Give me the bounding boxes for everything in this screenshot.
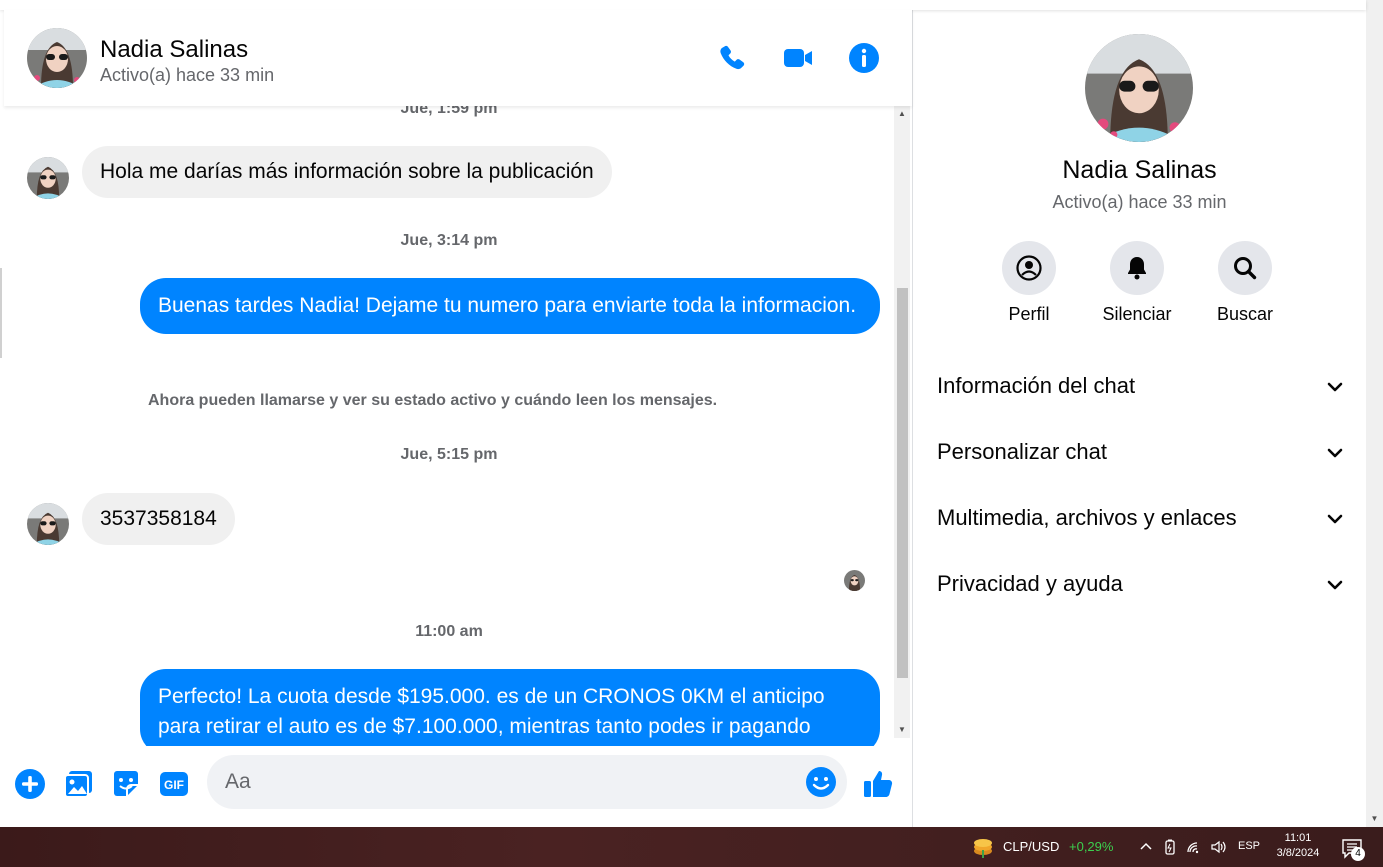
seen-avatar [844,570,865,591]
section-privacy-help[interactable]: Privacidad y ayuda [937,565,1347,605]
message-input-container [207,755,847,809]
bell-icon [1110,241,1164,295]
message-bubble-outgoing[interactable]: Perfecto! La cuota desde $195.000. es de… [140,669,880,746]
message-list[interactable]: Jue, 1:59 pm Hola me darías más informac… [4,106,894,746]
avatar[interactable] [27,503,69,545]
timestamp: 11:00 am [415,623,483,640]
contact-name[interactable]: Nadia Salinas [100,36,248,64]
message-bubble-incoming[interactable]: Hola me darías más información sobre la … [82,146,612,198]
conversation-info-panel: Nadia Salinas Activo(a) hace 33 min Perf… [913,10,1366,827]
chat-header: Nadia Salinas Activo(a) hace 33 min [4,10,912,106]
section-label: Información del chat [937,373,1136,398]
message-bubble-outgoing[interactable]: Buenas tardes Nadia! Dejame tu numero pa… [140,278,880,334]
section-label: Multimedia, archivos y enlaces [937,505,1237,530]
contact-status: Activo(a) hace 33 min [1052,192,1227,212]
notification-count-badge: 4 [1351,847,1365,861]
chat-pane: Nadia Salinas Activo(a) hace 33 min Jue,… [4,10,912,827]
mute-label: Silenciar [1102,304,1172,324]
search-label: Buscar [1216,304,1274,324]
volume-icon[interactable] [1209,838,1227,856]
page-scrollbar[interactable]: ▼ [1366,0,1383,827]
chevron-down-icon [1327,382,1343,392]
currency-change: +0,29% [1069,839,1114,854]
search-button[interactable]: Buscar [1197,241,1293,325]
chevron-down-icon [1327,580,1343,590]
system-notice: Ahora pueden llamarse y ver su estado ac… [148,392,718,409]
thumbs-up-icon[interactable] [860,766,896,802]
clock-time: 11:01 [1284,832,1312,844]
contact-name: Nadia Salinas [1062,156,1217,184]
message-bubble-incoming[interactable]: 3537358184 [82,493,235,545]
profile-button[interactable]: Perfil [981,241,1077,325]
phone-icon[interactable] [714,40,750,76]
video-camera-icon[interactable] [780,40,816,76]
section-chat-info[interactable]: Información del chat [937,367,1347,407]
message-input[interactable] [225,755,795,809]
contact-status: Activo(a) hace 33 min [100,65,275,85]
emoji-icon[interactable] [803,764,839,800]
profile-icon [1002,241,1056,295]
chat-scrollbar[interactable]: ▲ ▼ [894,106,910,738]
scroll-down-arrow-icon[interactable]: ▼ [1366,810,1383,827]
clock[interactable]: 11:01 3/8/2024 [1274,831,1322,861]
avatar[interactable] [1085,34,1193,142]
info-icon[interactable] [846,40,882,76]
windows-taskbar: CLP/USD +0,29% ESP 11:01 3/8/2024 4 [0,827,1383,867]
section-label: Privacidad y ayuda [937,571,1123,596]
section-label: Personalizar chat [937,439,1107,464]
search-icon [1218,241,1272,295]
window-top-edge [0,0,1366,10]
section-customize-chat[interactable]: Personalizar chat [937,433,1347,473]
scroll-down-arrow-icon[interactable]: ▼ [894,722,910,738]
gif-icon[interactable]: GIF [156,766,192,802]
scrollbar-thumb[interactable] [897,288,908,678]
input-language[interactable]: ESP [1238,840,1260,852]
avatar[interactable] [27,157,69,199]
battery-icon[interactable] [1161,838,1179,856]
avatar[interactable] [27,28,87,88]
timestamp: Jue, 1:59 pm [400,106,498,117]
chevron-down-icon [1327,514,1343,524]
section-media-files-links[interactable]: Multimedia, archivos y enlaces [937,499,1347,539]
currency-coins-icon[interactable] [972,836,994,858]
svg-text:GIF: GIF [164,778,184,792]
scroll-up-arrow-icon[interactable]: ▲ [894,106,910,122]
sticker-icon[interactable] [108,766,144,802]
currency-pair[interactable]: CLP/USD [1003,839,1059,854]
plus-icon[interactable] [12,766,48,802]
timestamp: Jue, 5:15 pm [400,446,498,463]
wifi-icon[interactable] [1185,838,1203,856]
chevron-down-icon [1327,448,1343,458]
clock-date: 3/8/2024 [1276,847,1320,859]
chevron-up-icon[interactable] [1137,838,1155,856]
mute-button[interactable]: Silenciar [1089,241,1185,325]
message-composer: GIF [4,746,912,827]
profile-label: Perfil [1008,304,1050,324]
left-edge-marker [0,268,2,358]
timestamp: Jue, 3:14 pm [400,232,498,249]
photo-icon[interactable] [61,766,97,802]
